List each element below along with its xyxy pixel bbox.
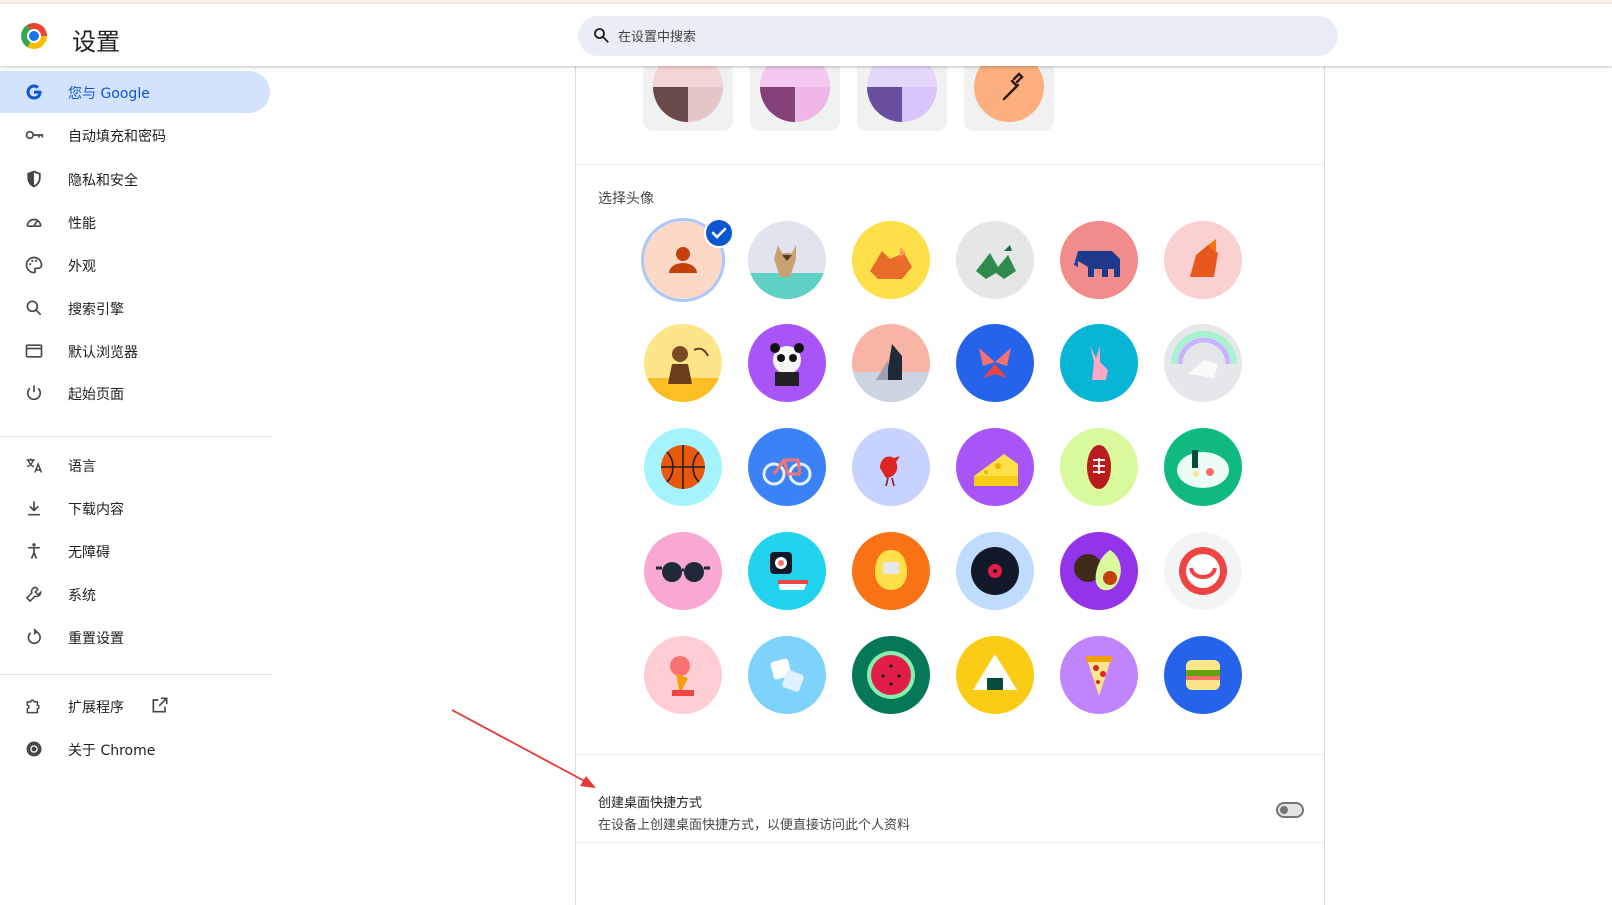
theme-color-option[interactable] [643,52,733,131]
avatar-ramen-bowl[interactable] [1164,428,1242,506]
avatar-watermelon[interactable] [852,636,930,714]
sidebar-item-reset[interactable]: 重置设置 [0,616,270,658]
desktop-shortcut-description: 在设备上创建桌面快捷方式，以便直接访问此个人资料 [598,818,911,833]
avatar-origami-monkey[interactable] [644,324,722,402]
sidebar-item-label: 默认浏览器 [68,345,138,361]
search-input[interactable] [616,24,1220,50]
section-divider [576,754,1324,755]
speedometer-icon [24,212,44,232]
sidebar-item-label: 语言 [68,459,96,475]
sidebar-item-label: 您与 Google [68,86,150,102]
sidebar-item-label: 自动填充和密码 [68,129,166,145]
sidebar-item-label: 外观 [68,259,96,275]
section-divider [576,164,1324,165]
sidebar-item-label: 关于 Chrome [68,743,156,759]
sidebar-item-search-engine[interactable]: 搜索引擎 [0,287,270,329]
avatar-section-label: 选择头像 [598,191,654,207]
sidebar-item-extensions[interactable]: 扩展程序 [0,685,270,727]
sidebar-item-default-browser[interactable]: 默认浏览器 [0,330,270,372]
accessibility-icon [24,541,44,561]
avatar-football[interactable] [1060,428,1138,506]
avatar-origami-penguin[interactable] [852,324,930,402]
power-icon [24,383,44,403]
avatar-ice-cubes[interactable] [748,636,826,714]
chrome-logo-icon [21,23,47,49]
sidebar-item-label: 隐私和安全 [68,173,138,189]
sidebar-item-autofill[interactable]: 自动填充和密码 [0,114,270,156]
avatar-sandwich[interactable] [1164,636,1242,714]
key-icon [24,125,44,145]
browser-window-icon [24,341,44,361]
sidebar-item-label: 搜索引擎 [68,302,124,318]
avatar-basketball[interactable] [644,428,722,506]
avatar-pizza[interactable] [1060,636,1138,714]
sidebar-divider [0,436,272,437]
sidebar-item-label: 下载内容 [68,502,124,518]
avatar-bicycle[interactable] [748,428,826,506]
settings-sidebar: 您与 Google 自动填充和密码 隐私和安全 性能 外观 搜索引擎 默认浏览器… [0,66,272,905]
open-in-new-icon [152,697,168,713]
settings-search-box[interactable] [578,16,1338,56]
sidebar-item-system[interactable]: 系统 [0,573,270,615]
avatar-digital-pet[interactable] [852,532,930,610]
sidebar-item-startup[interactable]: 起始页面 [0,372,270,414]
avatar-origami-fox-2[interactable] [1164,221,1242,299]
avatar-red-bird[interactable] [852,428,930,506]
sidebar-item-downloads[interactable]: 下载内容 [0,487,270,529]
avatar-origami-dragon[interactable] [956,221,1034,299]
wrench-icon [24,584,44,604]
desktop-shortcut-toggle[interactable] [1276,802,1304,818]
avatar-origami-fox[interactable] [852,221,930,299]
sidebar-item-about-chrome[interactable]: 关于 Chrome [0,728,270,770]
sidebar-item-label: 扩展程序 [68,700,124,716]
avatar-sunglasses[interactable] [644,532,722,610]
download-icon [24,498,44,518]
google-g-icon [24,82,44,102]
shield-icon [24,169,44,189]
profile-customize-panel: 选择头像 创建桌面快捷方式 在设备上创建桌面快捷方式，以便直接访问此个人资料 [575,52,1325,905]
sidebar-item-label: 性能 [68,216,96,232]
avatar-onigiri[interactable] [956,636,1034,714]
translate-icon [24,455,44,475]
selected-check-icon [704,218,734,248]
avatar-origami-rabbit[interactable] [1060,324,1138,402]
avatar-origami-panda[interactable] [748,324,826,402]
sidebar-item-you-and-google[interactable]: 您与 Google [0,71,270,113]
chrome-icon [24,739,44,759]
custom-color-picker-button[interactable] [964,52,1054,131]
reset-icon [24,627,44,647]
settings-header: 设置 [0,4,1612,66]
sidebar-item-label: 重置设置 [68,631,124,647]
page-title: 设置 [72,28,120,56]
sidebar-item-accessibility[interactable]: 无障碍 [0,530,270,572]
palette-icon [24,255,44,275]
sidebar-item-performance[interactable]: 性能 [0,201,270,243]
avatar-smile[interactable] [1164,532,1242,610]
sidebar-divider [0,674,272,675]
search-icon [24,298,44,318]
sidebar-item-label: 系统 [68,588,96,604]
search-icon [594,28,609,43]
avatar-avocado[interactable] [1060,532,1138,610]
avatar-cheese[interactable] [956,428,1034,506]
avatar-origami-elephant[interactable] [1060,221,1138,299]
section-divider [576,842,1324,843]
theme-color-option[interactable] [857,52,947,131]
sidebar-item-label: 起始页面 [68,387,124,403]
sidebar-item-privacy[interactable]: 隐私和安全 [0,158,270,200]
avatar-origami-butterfly[interactable] [956,324,1034,402]
avatar-sushi[interactable] [748,532,826,610]
avatar-ice-cream[interactable] [644,636,722,714]
toggle-knob [1280,806,1288,814]
avatar-vinyl-record[interactable] [956,532,1034,610]
puzzle-icon [24,696,44,716]
avatar-origami-cat[interactable] [748,221,826,299]
sidebar-item-languages[interactable]: 语言 [0,444,270,486]
avatar-origami-unicorn[interactable] [1164,324,1242,402]
sidebar-item-label: 无障碍 [68,545,110,561]
theme-color-option[interactable] [750,52,840,131]
sidebar-item-appearance[interactable]: 外观 [0,244,270,286]
desktop-shortcut-title: 创建桌面快捷方式 [598,796,703,811]
